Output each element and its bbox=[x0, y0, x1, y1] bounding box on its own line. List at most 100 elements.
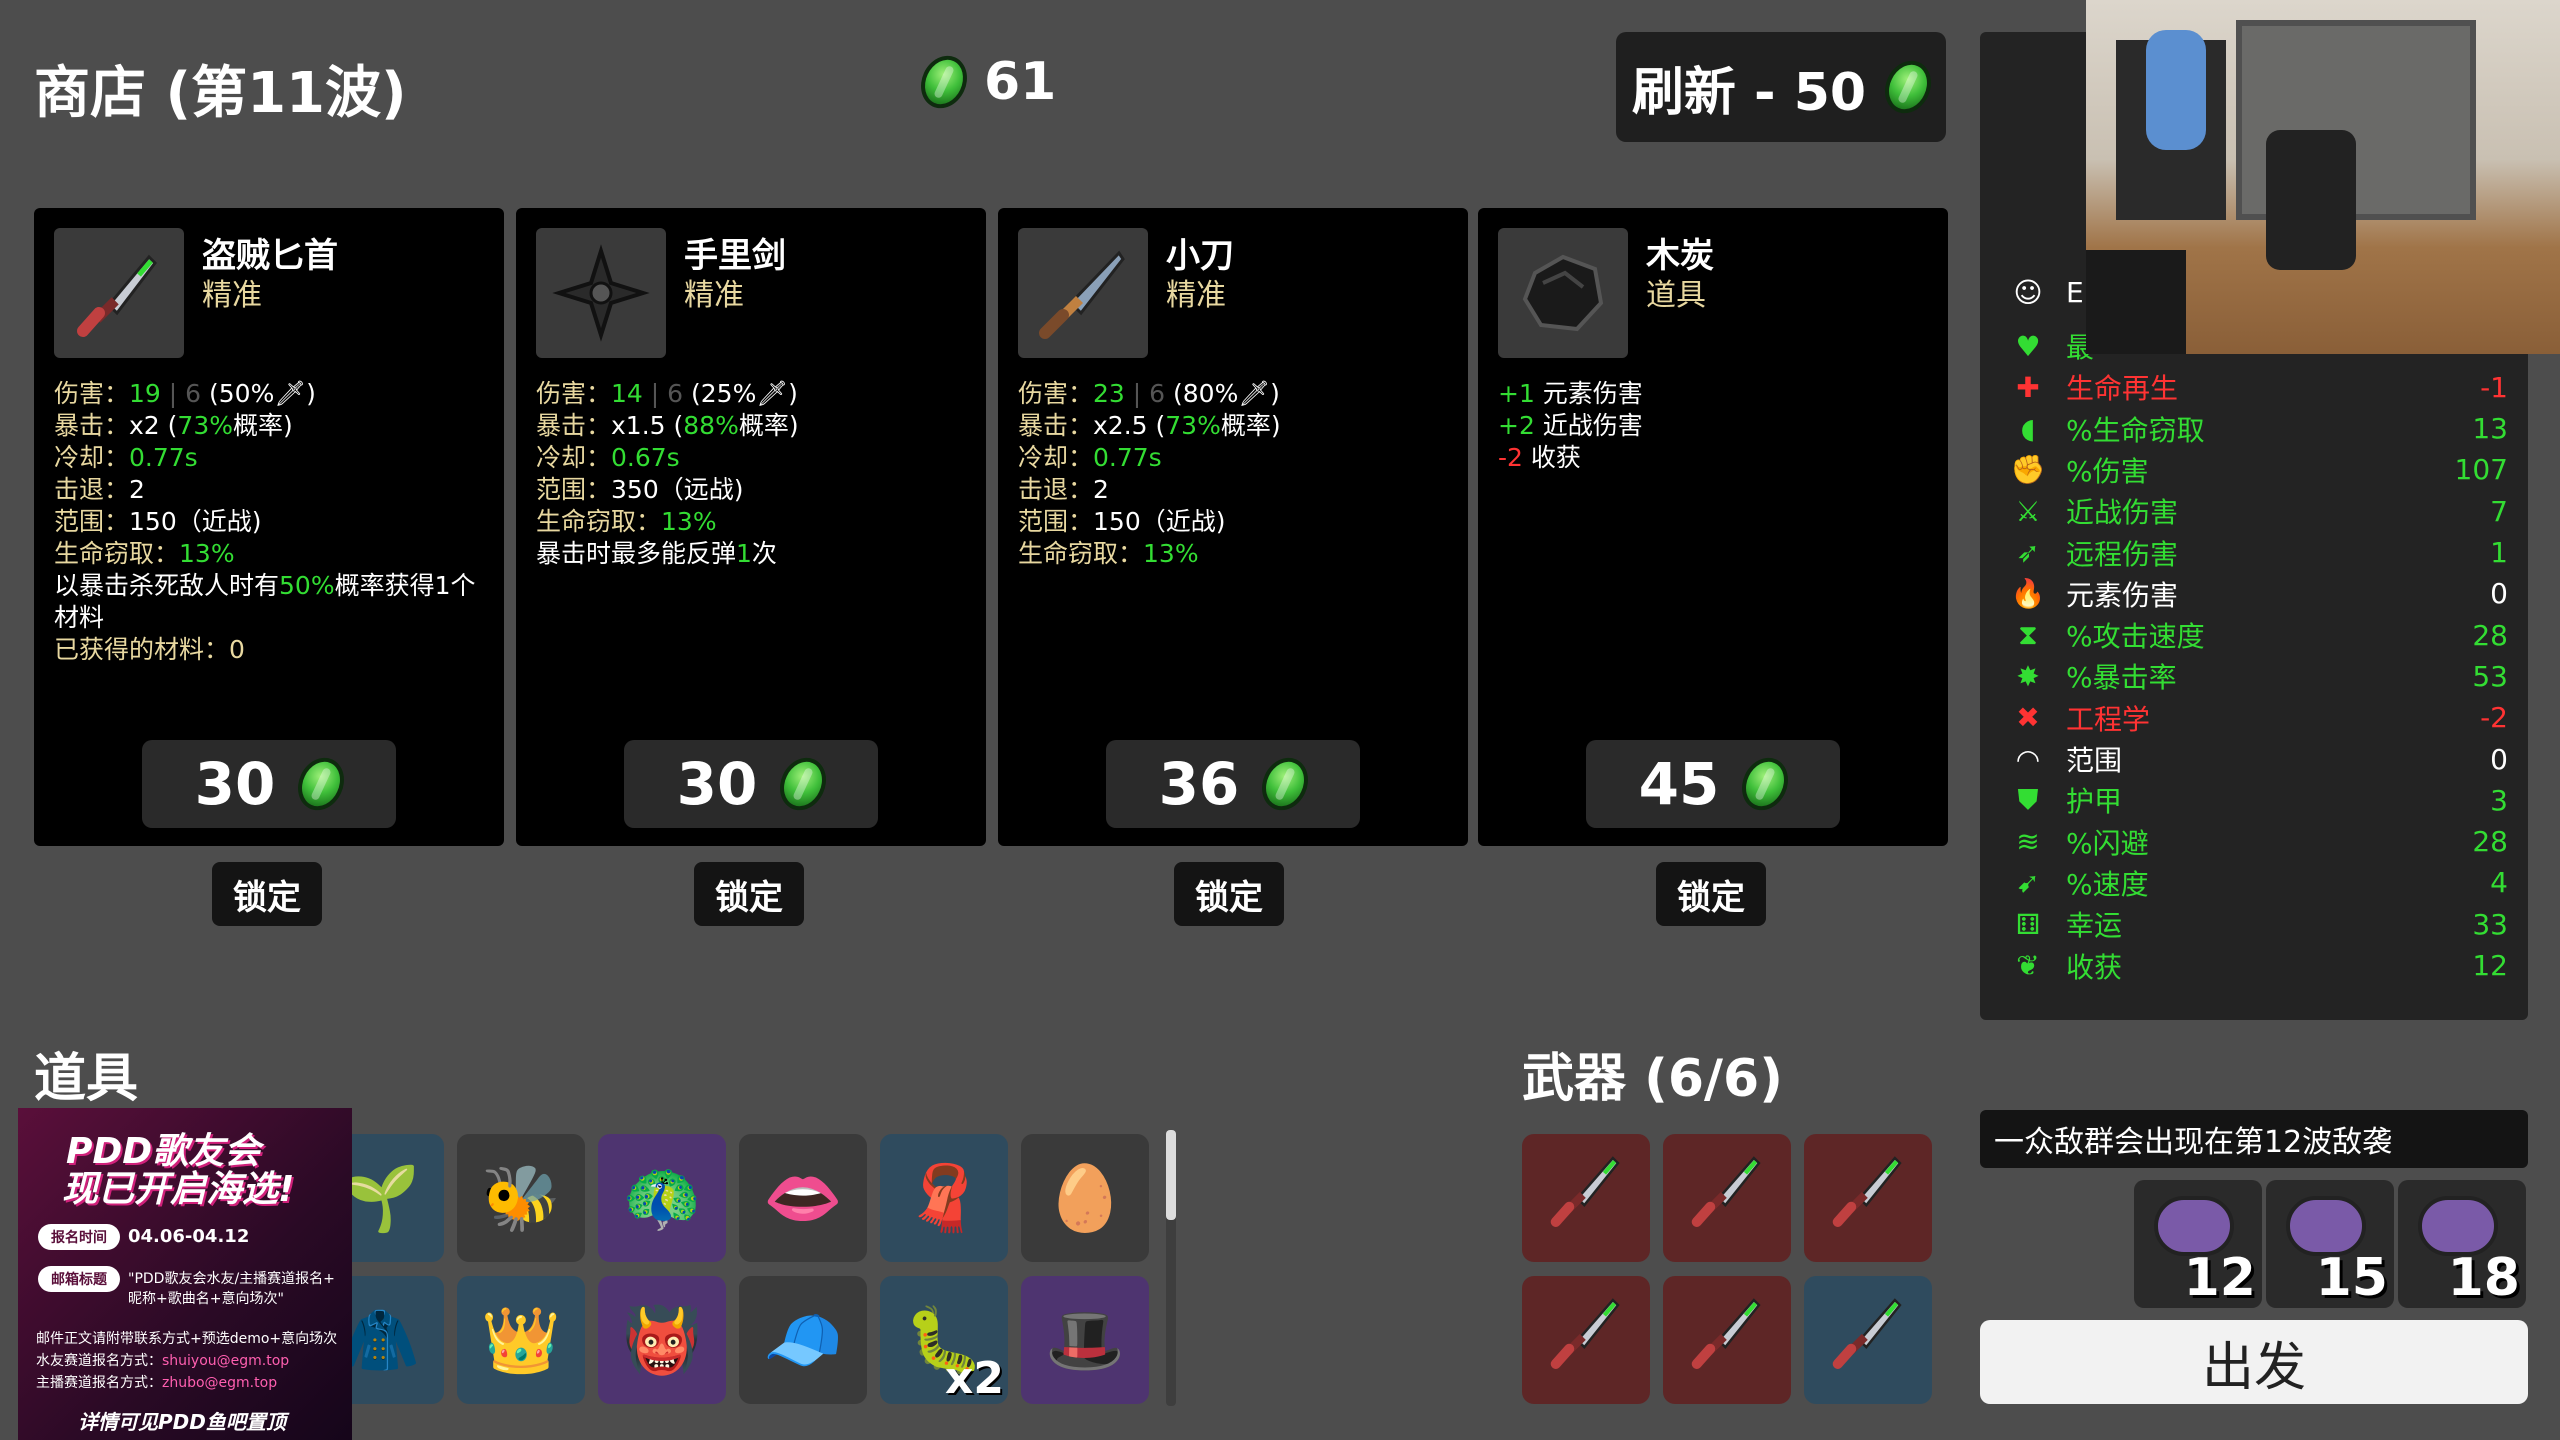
shop-card-charcoal[interactable]: 木炭 道具 +1 元素伤害 +2 近战伤害 -2 收获 45 bbox=[1478, 208, 1948, 846]
crown-ring-icon: 👑 bbox=[481, 1303, 561, 1378]
item-slot[interactable]: 🥚 bbox=[1021, 1134, 1149, 1262]
stat-value: 0 bbox=[2490, 742, 2508, 776]
weapon-slot[interactable] bbox=[1522, 1134, 1650, 1262]
price-value: 45 bbox=[1638, 750, 1720, 818]
webcam-overlay bbox=[2086, 0, 2560, 354]
stat-row[interactable]: ◖ %生命窃取 13 bbox=[2008, 409, 2508, 449]
stat-value: -2 bbox=[2480, 701, 2508, 735]
luck-icon: ⚅ bbox=[2015, 907, 2041, 941]
weapon-slot[interactable] bbox=[1804, 1134, 1932, 1262]
weapon-slot[interactable] bbox=[1663, 1276, 1791, 1404]
stat-row[interactable]: ⚔ 近战伤害 7 bbox=[2008, 491, 2508, 531]
item-slot[interactable]: 🧣 bbox=[880, 1134, 1008, 1262]
price-tag[interactable]: 45 bbox=[1586, 740, 1840, 828]
refresh-button[interactable]: 刷新 - 50 bbox=[1616, 32, 1946, 142]
stat-row[interactable]: ✊ %伤害 107 bbox=[2008, 450, 2508, 490]
heart-icon: ♥ bbox=[2015, 329, 2041, 363]
stat-row[interactable]: ◠ 范围 0 bbox=[2008, 739, 2508, 779]
lock-button[interactable]: 锁定 bbox=[694, 862, 804, 926]
stat-row[interactable]: ➹ %速度 4 bbox=[2008, 863, 2508, 903]
dagger-icon bbox=[1826, 1148, 1910, 1248]
item-count-badge: x2 bbox=[945, 1353, 1004, 1404]
stat-row[interactable]: ➶ 远程伤害 1 bbox=[2008, 533, 2508, 573]
stat-value: 53 bbox=[2472, 659, 2508, 693]
stat-value: 28 bbox=[2472, 825, 2508, 859]
stat-row[interactable]: ✸ %暴击率 53 bbox=[2008, 656, 2508, 696]
stat-name: 收获 bbox=[2066, 950, 2123, 984]
shuriken-icon bbox=[536, 228, 666, 358]
stat-row[interactable]: ✚ 生命再生 -1 bbox=[2008, 367, 2508, 407]
price-value: 30 bbox=[194, 750, 276, 818]
stat-row[interactable]: ⛊ 护甲 3 bbox=[2008, 780, 2508, 820]
promo-line-1: 邮件正文请附带联系方式+预选demo+意向场次 bbox=[36, 1331, 338, 1347]
regen-icon: ✚ bbox=[2016, 370, 2040, 404]
stat-row[interactable]: 🔥 元素伤害 0 bbox=[2008, 574, 2508, 614]
item-slot[interactable]: 👄 bbox=[739, 1134, 867, 1262]
stat-row[interactable]: ⚅ 幸运 33 bbox=[2008, 904, 2508, 944]
lock-button[interactable]: 锁定 bbox=[1656, 862, 1766, 926]
price-tag[interactable]: 30 bbox=[624, 740, 878, 828]
weapon-slot[interactable] bbox=[1663, 1134, 1791, 1262]
enemy-preview: 18 bbox=[2398, 1180, 2526, 1308]
price-tag[interactable]: 30 bbox=[142, 740, 396, 828]
shop-card-knife[interactable]: 小刀 精准 伤害：23 | 6 (80%🗡) 暴击：x2.5 (73%概率) 冷… bbox=[998, 208, 1468, 846]
stat-name: 护甲 bbox=[2066, 785, 2123, 819]
enemy-count: 18 bbox=[2447, 1248, 2520, 1308]
crit-icon: ✸ bbox=[2016, 659, 2040, 693]
coin-counter: 61 bbox=[912, 48, 1056, 116]
material-coin-icon bbox=[1254, 750, 1317, 818]
enemy-count: 12 bbox=[2183, 1248, 2256, 1308]
material-coin-icon bbox=[772, 750, 835, 818]
engineering-icon: ✖ bbox=[2016, 701, 2040, 735]
stat-value: 13 bbox=[2472, 412, 2508, 446]
charcoal-icon bbox=[1498, 228, 1628, 358]
promo-banner: PDD歌友会 现已开启海选! 报名时间 04.06-04.12 邮箱标题 "PD… bbox=[18, 1108, 352, 1440]
stat-row[interactable]: ≋ %闪避 28 bbox=[2008, 822, 2508, 862]
items-scrollbar[interactable] bbox=[1166, 1130, 1176, 1220]
item-slot[interactable]: 🎩 bbox=[1021, 1276, 1149, 1404]
lock-button[interactable]: 锁定 bbox=[212, 862, 322, 926]
item-slot[interactable]: 👹 bbox=[598, 1276, 726, 1404]
thief-dagger-icon bbox=[54, 228, 184, 358]
promo-mail-title-2: 昵称+歌曲名+意向场次" bbox=[128, 1291, 284, 1307]
price-tag[interactable]: 36 bbox=[1106, 740, 1360, 828]
item-slot[interactable]: 🐛 x2 bbox=[880, 1276, 1008, 1404]
item-slot[interactable]: 👑 bbox=[457, 1276, 585, 1404]
promo-mail-title: "PDD歌友会水友/主播赛道报名+ bbox=[128, 1271, 335, 1287]
shop-card-shuriken[interactable]: 手里剑 精准 伤害：14 | 6 (25%🗡) 暴击：x1.5 (88%概率) … bbox=[516, 208, 986, 846]
weapon-slot[interactable] bbox=[1804, 1276, 1932, 1404]
stat-row[interactable]: ⧗ %攻击速度 28 bbox=[2008, 615, 2508, 655]
stat-value: -1 bbox=[2480, 370, 2508, 404]
stat-row[interactable]: ❦ 收获 12 bbox=[2008, 946, 2508, 986]
item-slot[interactable]: 🦚 bbox=[598, 1134, 726, 1262]
speed-icon: ➹ bbox=[2016, 866, 2040, 900]
lock-button[interactable]: 锁定 bbox=[1174, 862, 1284, 926]
knife-icon bbox=[1018, 228, 1148, 358]
material-coin-icon bbox=[1876, 53, 1940, 121]
bug-swarm-icon bbox=[2286, 1196, 2366, 1256]
shop-card-thief-dagger[interactable]: 盗贼匕首 精准 伤害：19 | 6 (50%🗡) 暴击：x2 (73%概率) 冷… bbox=[34, 208, 504, 846]
item-class: 精准 bbox=[202, 278, 262, 313]
shop-title: 商店 (第11波) bbox=[34, 61, 407, 126]
stat-row[interactable]: ✖ 工程学 -2 bbox=[2008, 698, 2508, 738]
office-chair bbox=[2266, 130, 2356, 270]
melee-icon: ⚔ bbox=[2015, 494, 2041, 528]
stat-value: 4 bbox=[2490, 866, 2508, 900]
stat-value: 3 bbox=[2490, 783, 2508, 817]
promo-subtitle: 现已开启海选! bbox=[62, 1169, 295, 1210]
item-slot[interactable]: 🧢 bbox=[739, 1276, 867, 1404]
go-button[interactable]: 出发 bbox=[1980, 1320, 2528, 1404]
stat-name: 幸运 bbox=[2066, 909, 2123, 943]
item-stats: 伤害：19 | 6 (50%🗡) 暴击：x2 (73%概率) 冷却：0.77s … bbox=[54, 379, 476, 664]
stat-name: %生命窃取 bbox=[2066, 413, 2205, 447]
stat-name: %速度 bbox=[2066, 867, 2149, 901]
bug-swarm-icon bbox=[2154, 1196, 2234, 1256]
item-class: 道具 bbox=[1646, 278, 1706, 313]
item-stats: 伤害：14 | 6 (25%🗡) 暴击：x1.5 (88%概率) 冷却：0.67… bbox=[536, 379, 799, 568]
stat-value: 33 bbox=[2472, 907, 2508, 941]
beanie-icon: 🧢 bbox=[763, 1303, 843, 1378]
price-value: 30 bbox=[676, 750, 758, 818]
promo-line-2-label: 水友赛道报名方式： bbox=[36, 1353, 162, 1369]
weapon-slot[interactable] bbox=[1522, 1276, 1650, 1404]
item-slot[interactable]: 🐝 bbox=[457, 1134, 585, 1262]
